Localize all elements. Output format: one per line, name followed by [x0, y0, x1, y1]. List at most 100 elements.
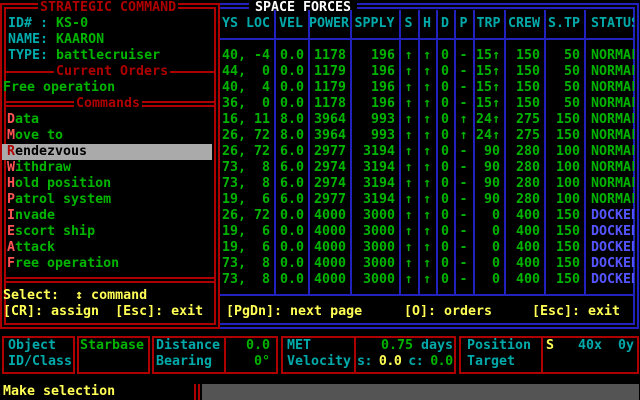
command-item[interactable]: Patrol system: [2, 192, 212, 208]
cell-crew: 400: [504, 208, 544, 224]
cell-sys-loc: 40, 4: [218, 80, 274, 96]
table-row[interactable]: 44, 0 0.0 1179 196 ↑ ↑ 0 - 15↑ 150 50 NO…: [218, 64, 634, 80]
cell-trp: 90: [473, 160, 504, 176]
command-item[interactable]: Attack: [2, 240, 212, 256]
command-item[interactable]: Invade: [2, 208, 212, 224]
ship-type-value: battlecruiser: [56, 48, 160, 63]
cell-d: 0: [436, 256, 454, 272]
cell-p: ↑: [454, 112, 473, 128]
command-item[interactable]: Data: [2, 112, 212, 128]
cell-crew: 150: [504, 64, 544, 80]
command-label: nvade: [15, 208, 55, 223]
cell-status: DOCKED: [584, 208, 634, 224]
table-row[interactable]: 40, 4 0.0 1179 196 ↑ ↑ 0 - 15↑ 150 50 NO…: [218, 80, 634, 96]
ship-type-label: TYPE:: [8, 48, 48, 63]
table-row[interactable]: 19, 6 6.0 2977 3194 ↑ ↑ 0 - 90 280 100 N…: [218, 192, 634, 208]
command-label: ata: [15, 112, 39, 127]
orders-hint[interactable]: [O]: orders: [404, 304, 492, 320]
cell-stp: 50: [544, 80, 584, 96]
cell-h: ↑: [418, 160, 436, 176]
cell-power: 1179: [308, 80, 350, 96]
cell-p: -: [454, 208, 473, 224]
cell-crew: 400: [504, 272, 544, 288]
table-row[interactable]: 73, 8 6.0 2974 3194 ↑ ↑ 0 - 90 280 100 N…: [218, 160, 634, 176]
cell-crew: 280: [504, 176, 544, 192]
cell-d: 0: [436, 144, 454, 160]
cell-vel: 0.0: [274, 80, 308, 96]
cell-h: ↑: [418, 112, 436, 128]
cell-s: ↑: [399, 128, 418, 144]
esc-exit-hint[interactable]: [Esc]: exit: [532, 304, 620, 320]
object-value: Starbase: [80, 338, 144, 354]
table-row[interactable]: 26, 72 8.0 3964 993 ↑ ↑ 0 ↑ 24↑ 275 150 …: [218, 128, 634, 144]
cell-sys-loc: 73, 8: [218, 256, 274, 272]
cell-stp: 150: [544, 112, 584, 128]
cell-d: 0: [436, 208, 454, 224]
cell-spply: 993: [350, 128, 399, 144]
cell-vel: 6.0: [274, 144, 308, 160]
cell-d: 0: [436, 160, 454, 176]
cell-h: ↑: [418, 256, 436, 272]
table-row[interactable]: 16, 11 8.0 3964 993 ↑ ↑ 0 ↑ 24↑ 275 150 …: [218, 112, 634, 128]
table-row[interactable]: 26, 72 6.0 2977 3194 ↑ ↑ 0 - 90 280 100 …: [218, 144, 634, 160]
cell-status: NORMAL: [584, 176, 634, 192]
table-row[interactable]: 19, 6 0.0 4000 3000 ↑ ↑ 0 - 0 400 150 DO…: [218, 240, 634, 256]
command-item[interactable]: Withdraw: [2, 160, 212, 176]
cell-crew: 150: [504, 80, 544, 96]
bearing-label: Bearing: [156, 354, 212, 370]
command-item[interactable]: Free operation: [2, 256, 212, 272]
cell-vel: 6.0: [274, 176, 308, 192]
cell-p: -: [454, 176, 473, 192]
command-label: ttack: [15, 240, 55, 255]
cell-stp: 100: [544, 176, 584, 192]
cell-crew: 275: [504, 128, 544, 144]
command-hotkey: R: [7, 144, 15, 159]
cell-p: -: [454, 224, 473, 240]
cell-stp: 150: [544, 240, 584, 256]
table-row[interactable]: 73, 8 6.0 2974 3194 ↑ ↑ 0 - 90 280 100 N…: [218, 176, 634, 192]
cell-p: -: [454, 64, 473, 80]
cell-s: ↑: [399, 160, 418, 176]
table-row[interactable]: 19, 6 0.0 4000 3000 ↑ ↑ 0 - 0 400 150 DO…: [218, 224, 634, 240]
cell-power: 1178: [308, 96, 350, 112]
command-item[interactable]: Escort ship: [2, 224, 212, 240]
cell-power: 2974: [308, 160, 350, 176]
cell-h: ↑: [418, 176, 436, 192]
current-orders-header: Current Orders: [54, 64, 170, 80]
command-hotkey: D: [7, 112, 15, 127]
cell-stp: 50: [544, 96, 584, 112]
cell-vel: 0.0: [274, 224, 308, 240]
cell-vel: 0.0: [274, 64, 308, 80]
command-label: atrol system: [15, 192, 111, 207]
cell-h: ↑: [418, 96, 436, 112]
assign-exit-keys-hint[interactable]: [CR]: assign [Esc]: exit: [3, 304, 203, 320]
table-row[interactable]: 26, 72 0.0 4000 3000 ↑ ↑ 0 - 0 400 150 D…: [218, 208, 634, 224]
command-label: ithdraw: [15, 160, 71, 175]
cell-trp: 15↑: [473, 48, 504, 64]
cell-status: NORMAL: [584, 112, 634, 128]
strategic-command-title: STRATEGIC COMMAND: [38, 0, 178, 16]
table-row[interactable]: 36, 0 0.0 1178 196 ↑ ↑ 0 - 15↑ 150 50 NO…: [218, 96, 634, 112]
table-row[interactable]: 40, -4 0.0 1178 196 ↑ ↑ 0 - 15↑ 150 50 N…: [218, 48, 634, 64]
cell-vel: 6.0: [274, 192, 308, 208]
command-item[interactable]: Rendezvous: [2, 144, 212, 160]
table-row[interactable]: 73, 8 0.0 4000 3000 ↑ ↑ 0 - 0 400 150 DO…: [218, 256, 634, 272]
cell-p: -: [454, 160, 473, 176]
cell-trp: 0: [473, 208, 504, 224]
cell-vel: 0.0: [274, 208, 308, 224]
command-item[interactable]: Move to: [2, 128, 212, 144]
cell-power: 4000: [308, 224, 350, 240]
cell-trp: 15↑: [473, 96, 504, 112]
pgdn-next-page-hint[interactable]: [PgDn]: next page: [226, 304, 362, 320]
cell-d: 0: [436, 128, 454, 144]
cell-sys-loc: 19, 6: [218, 224, 274, 240]
cell-d: 0: [436, 96, 454, 112]
cell-d: 0: [436, 240, 454, 256]
cell-s: ↑: [399, 80, 418, 96]
cell-stp: 100: [544, 192, 584, 208]
command-label: old position: [15, 176, 111, 191]
cell-sys-loc: 40, -4: [218, 48, 274, 64]
table-row[interactable]: 73, 8 0.0 4000 3000 ↑ ↑ 0 - 0 400 150 DO…: [218, 272, 634, 288]
command-item[interactable]: Hold position: [2, 176, 212, 192]
cell-crew: 280: [504, 160, 544, 176]
